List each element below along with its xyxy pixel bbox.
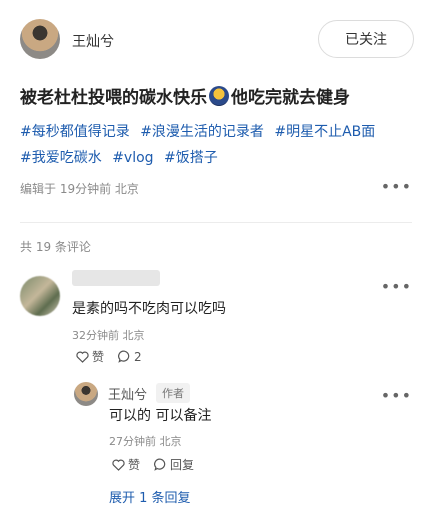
edited-timestamp: 编辑于 19分钟前 北京 (20, 182, 139, 196)
badge-emoji-icon (209, 86, 229, 106)
section-divider (20, 222, 412, 223)
comment-bubble-icon (154, 458, 166, 471)
reply-text: 可以的 可以备注 (109, 408, 212, 424)
reply-author-avatar[interactable] (74, 382, 98, 406)
more-dots-icon[interactable]: ••• (381, 388, 412, 404)
tag-link[interactable]: #vlog (112, 150, 153, 166)
comment-count: 共 19 条评论 (20, 240, 91, 254)
like-label: 赞 (128, 458, 141, 472)
reply-button[interactable]: 回复 (154, 456, 194, 473)
comment-timestamp: 32分钟前 北京 (72, 329, 145, 342)
tag-link[interactable]: #饭搭子 (164, 150, 218, 166)
heart-icon (112, 459, 125, 471)
comment-bubble-icon (118, 350, 130, 363)
reply-count-button[interactable]: 2 (118, 350, 142, 364)
author-name[interactable]: 王灿兮 (72, 31, 114, 51)
reply-count: 2 (134, 349, 142, 364)
author-avatar[interactable] (20, 19, 60, 59)
post-meta-row: 编辑于 19分钟前 北京 ••• (20, 178, 412, 198)
expand-replies-link[interactable]: 展开 1 条回复 (109, 487, 191, 506)
comment-text: 是素的吗不吃肉可以吃吗 (72, 301, 226, 317)
like-button[interactable]: 赞 (112, 456, 140, 473)
post-title: 被老杜杜投喂的碳水快乐 他吃完就去健身 (20, 86, 415, 110)
reply-timestamp: 27分钟前 北京 (109, 435, 182, 448)
author-badge: 作者 (156, 383, 190, 403)
more-dots-icon[interactable]: ••• (381, 279, 412, 295)
follow-button[interactable]: 已关注 (318, 20, 414, 58)
like-button[interactable]: 赞 (76, 348, 104, 365)
commenter-avatar[interactable] (20, 276, 60, 316)
reply-actions: 赞 回复 (112, 456, 208, 473)
commenter-name-redacted[interactable] (72, 270, 160, 286)
tag-link[interactable]: #我爱吃碳水 (20, 150, 102, 166)
comment-actions: 赞 2 (76, 348, 156, 365)
tag-link[interactable]: #明星不止AB面 (274, 124, 375, 140)
more-dots-icon[interactable]: ••• (381, 179, 412, 195)
reply-label: 回复 (170, 458, 195, 472)
tag-link[interactable]: #浪漫生活的记录者 (140, 124, 264, 140)
reply-author-name[interactable]: 王灿兮 (108, 384, 147, 403)
post-author-row: 王灿兮 已关注 (20, 19, 414, 61)
post-tags: #每秒都值得记录 #浪漫生活的记录者 #明星不止AB面 #我爱吃碳水 #vlog… (20, 119, 415, 171)
tag-link[interactable]: #每秒都值得记录 (20, 124, 130, 140)
like-label: 赞 (92, 350, 105, 364)
post-title-part1: 被老杜杜投喂的碳水快乐 (20, 88, 207, 108)
heart-icon (76, 351, 89, 363)
post-title-part2: 他吃完就去健身 (231, 88, 350, 108)
